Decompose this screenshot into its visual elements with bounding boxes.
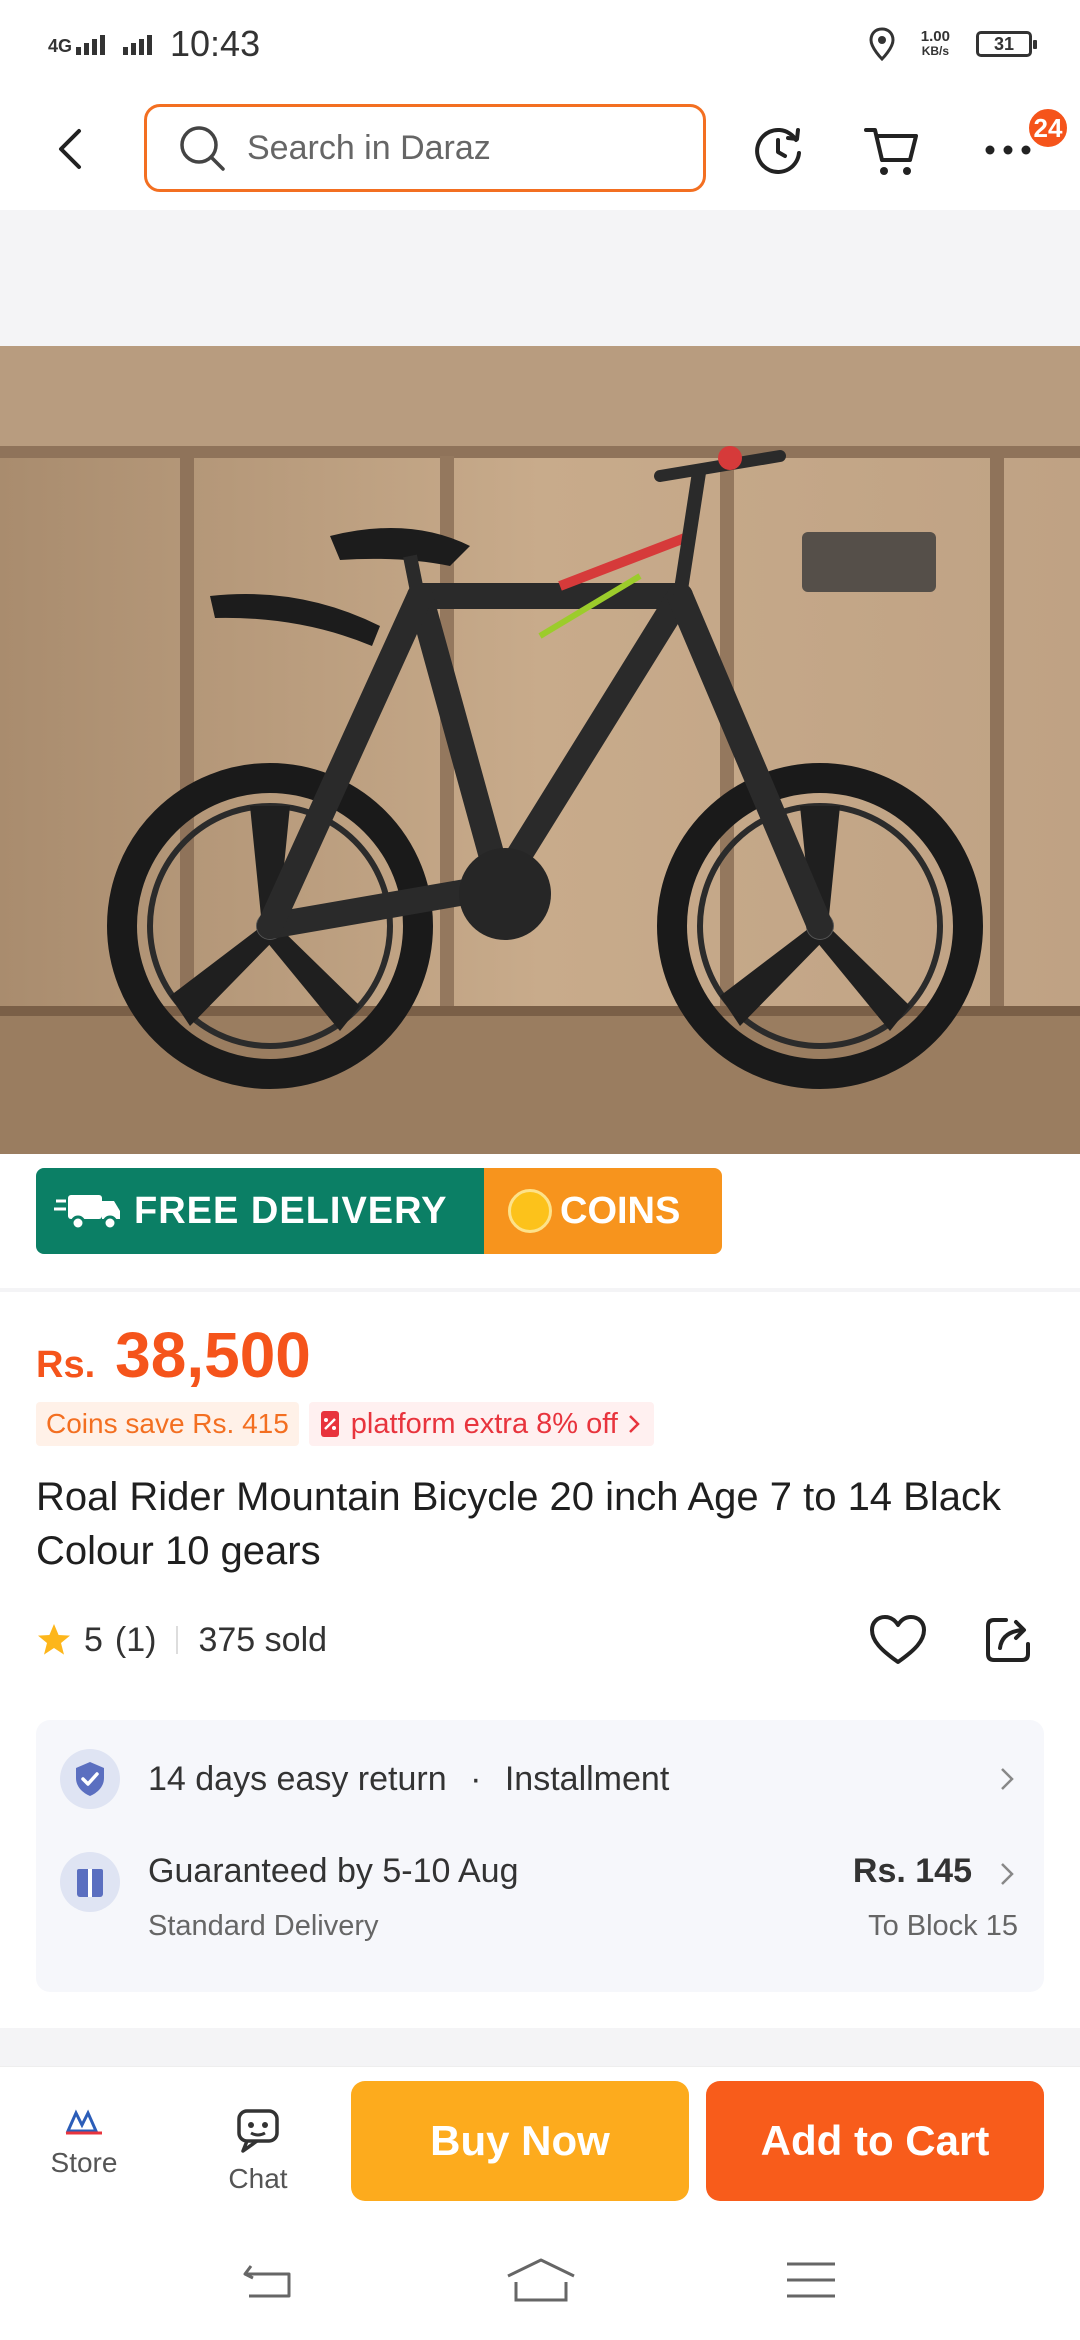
add-to-cart-button[interactable]: Add to Cart: [706, 2081, 1044, 2201]
free-delivery-badge: FREE DELIVERY: [36, 1168, 484, 1254]
nav-menu-button[interactable]: [776, 2250, 846, 2310]
return-policy-text: 14 days easy return: [148, 1760, 447, 1798]
chevron-right-icon: [628, 1415, 640, 1433]
price: Rs. 38,500: [36, 1318, 311, 1392]
back-button[interactable]: [50, 124, 90, 174]
share-icon: [986, 1618, 1030, 1662]
rating-row[interactable]: 5 (1) 375 sold: [36, 1610, 327, 1670]
platform-offer-tag[interactable]: platform extra 8% off: [308, 1402, 654, 1446]
installment-text: Installment: [504, 1760, 670, 1798]
network-speed: 1.00 KB/s: [920, 28, 950, 58]
history-icon: [755, 128, 801, 174]
top-header: 24: [0, 88, 1080, 210]
search-input[interactable]: [247, 128, 687, 168]
delivery-title: Guaranteed by 5-10 Aug: [148, 1852, 519, 1890]
chevron-right-icon: [996, 1856, 1018, 1892]
more-icon: [985, 145, 1031, 155]
cart-icon: [864, 128, 918, 175]
signal-icon-secondary: [123, 33, 153, 55]
sold-count: 375 sold: [198, 1620, 328, 1659]
share-button[interactable]: [976, 1608, 1040, 1672]
star-icon: [38, 1624, 70, 1655]
cart-button[interactable]: [860, 118, 924, 182]
separator: [176, 1626, 179, 1654]
delivery-row[interactable]: Guaranteed by 5-10 Aug Standard Delivery…: [36, 1838, 1044, 1978]
service-info-card: 14 days easy return · Installment Guaran…: [36, 1720, 1044, 1992]
nav-back-button[interactable]: [234, 2250, 304, 2310]
coins-save-tag: Coins save Rs. 415: [36, 1402, 299, 1446]
history-button[interactable]: [746, 118, 810, 182]
chat-button[interactable]: Chat: [198, 2107, 318, 2195]
chat-icon: [237, 2109, 279, 2153]
delivery-type: Standard Delivery: [148, 1910, 379, 1942]
signal-icon: [76, 33, 106, 55]
nav-home-button[interactable]: [506, 2250, 576, 2310]
promo-strip: FREE DELIVERY COINS: [0, 1154, 1080, 1288]
voucher-icon: [320, 1411, 339, 1437]
chat-label: Chat: [228, 2163, 288, 2194]
rating-value: 5: [84, 1620, 103, 1659]
search-icon: [180, 126, 225, 171]
buy-now-button[interactable]: Buy Now: [351, 2081, 689, 2201]
coins-badge: COINS: [484, 1168, 722, 1254]
bottom-action-bar: Store Chat Buy Now Add to Cart: [0, 2066, 1080, 2222]
delivery-box-icon: [60, 1852, 120, 1912]
store-label: Store: [50, 2147, 118, 2178]
price-currency: Rs.: [36, 1344, 96, 1386]
nav-menu-icon: [787, 2262, 835, 2298]
search-bar[interactable]: [144, 104, 706, 192]
nav-back-icon: [243, 2265, 291, 2298]
section-divider: [0, 2028, 1080, 2066]
store-button[interactable]: Store: [24, 2107, 144, 2179]
store-logo-icon: [65, 2109, 102, 2135]
location-icon: [869, 27, 895, 61]
offer-tags: Coins save Rs. 415 platform extra 8% off: [36, 1402, 654, 1446]
price-value: 38,500: [115, 1319, 311, 1391]
product-title: Roal Rider Mountain Bicycle 20 inch Age …: [36, 1475, 1001, 1573]
delivery-truck-icon: [54, 1195, 120, 1231]
back-arrow-icon: [59, 129, 81, 169]
rating-count: (1): [114, 1620, 157, 1659]
dot-separator: ·: [470, 1760, 482, 1798]
return-policy-row[interactable]: 14 days easy return · Installment: [36, 1740, 1044, 1818]
divider: [0, 1288, 1080, 1292]
delivery-location: To Block 15: [868, 1910, 1018, 1942]
bicycle-photo: [0, 346, 1080, 1154]
coin-icon: [508, 1189, 552, 1233]
delivery-fee: Rs. 145: [852, 1852, 972, 1890]
wishlist-button[interactable]: [866, 1608, 930, 1672]
battery-icon: 31: [976, 31, 1037, 57]
heart-icon: [870, 1615, 926, 1664]
chevron-right-icon: [996, 1761, 1018, 1797]
shield-check-icon: [60, 1749, 120, 1809]
clock: 10:43: [170, 23, 261, 64]
status-bar: 4G 10:43 1.00 KB/s 31: [0, 0, 1080, 88]
banner-placeholder: [0, 210, 1080, 346]
network-type: 4G: [48, 36, 73, 56]
notification-badge: 24: [1026, 106, 1070, 150]
product-image[interactable]: [0, 346, 1080, 1154]
nav-home-icon: [507, 2258, 575, 2302]
system-nav-bar: [0, 2222, 1080, 2340]
